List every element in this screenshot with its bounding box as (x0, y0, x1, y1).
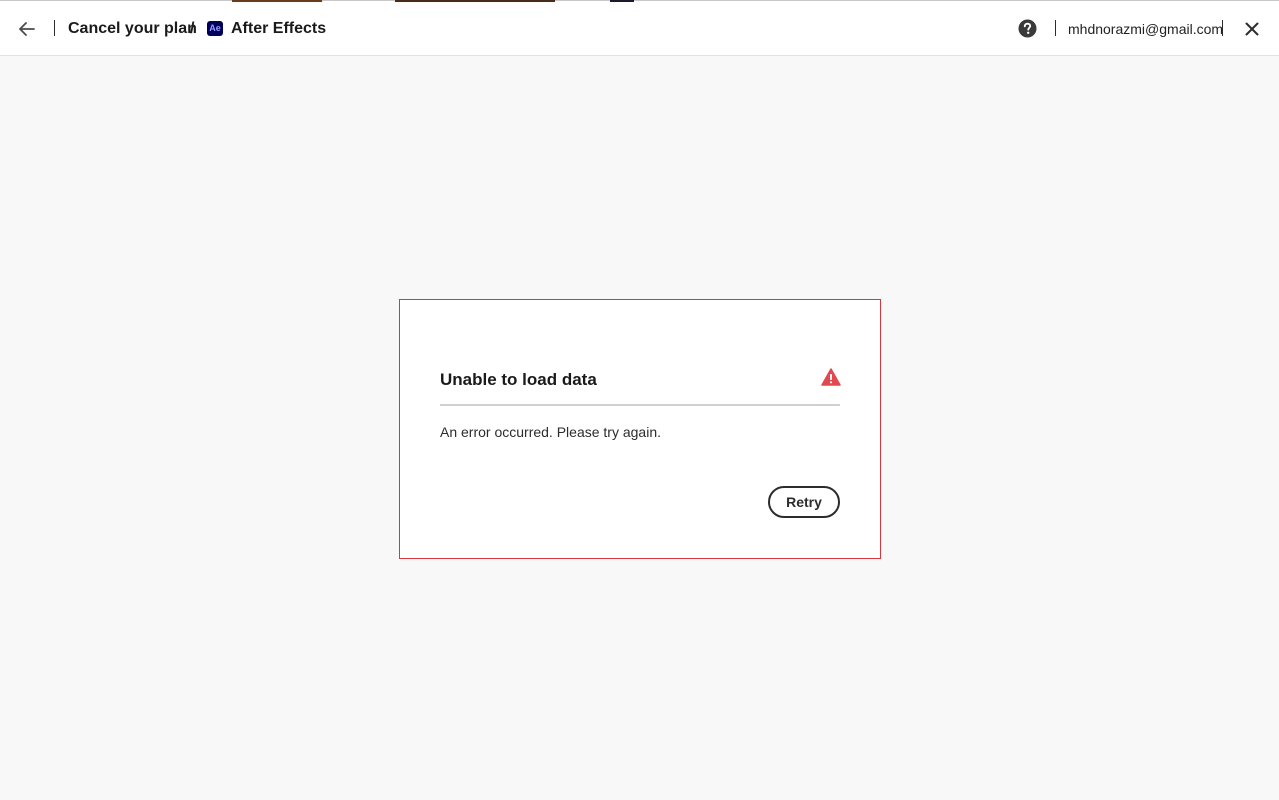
breadcrumb-cancel-plan[interactable]: Cancel your plan (68, 18, 197, 40)
breadcrumb-product-name: After Effects (231, 20, 327, 37)
error-card: Unable to load data An error occurred. P… (399, 299, 881, 559)
strip-segment (395, 0, 555, 2)
retry-button[interactable]: Retry (768, 486, 840, 518)
header-divider (54, 20, 55, 36)
arrow-left-icon (19, 22, 35, 36)
error-title: Unable to load data (440, 370, 597, 389)
error-message: An error occurred. Please try again. (440, 424, 661, 440)
header-divider (1055, 20, 1056, 36)
strip-segment (232, 0, 322, 2)
strip-segment (610, 0, 634, 2)
top-header-bar: Cancel your plan / Ae After Effects mhdn… (0, 0, 1279, 56)
back-button[interactable] (14, 16, 40, 42)
top-image-strip (0, 0, 1279, 2)
error-card-divider (440, 404, 840, 406)
breadcrumb-separator: / (190, 20, 195, 37)
account-email[interactable]: mhdnorazmi@gmail.com (1068, 19, 1223, 39)
header-divider (1222, 20, 1223, 36)
after-effects-logo: Ae (207, 21, 223, 36)
close-icon (1245, 22, 1259, 36)
alert-triangle-icon (821, 368, 841, 386)
help-button[interactable] (1018, 19, 1037, 38)
help-circle-icon (1018, 19, 1037, 38)
close-button[interactable] (1241, 18, 1263, 40)
